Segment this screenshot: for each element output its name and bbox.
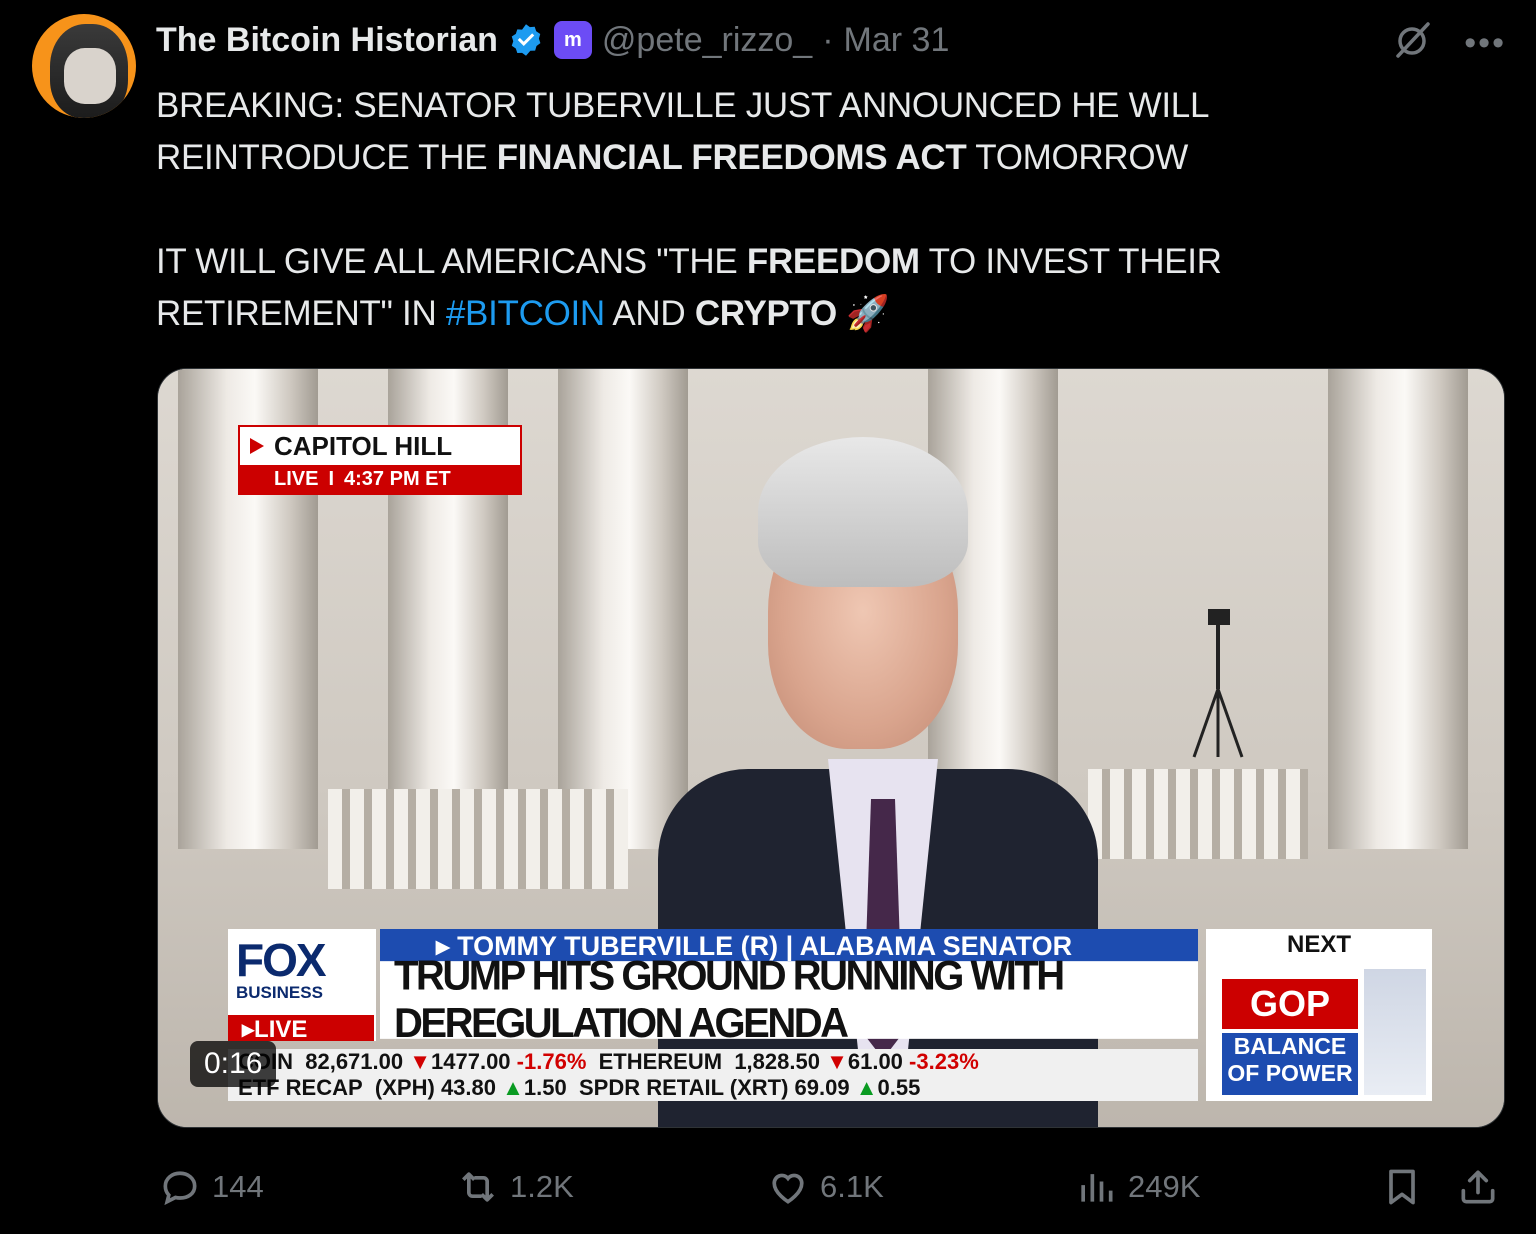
more-icon[interactable]: ••• <box>1464 26 1506 60</box>
action-bar: 144 1.2K 6.1K 249K <box>158 1162 1504 1212</box>
views-button[interactable]: 249K <box>1074 1162 1200 1212</box>
repost-count: 1.2K <box>510 1169 574 1204</box>
tweet-header: The Bitcoin Historian m @pete_rizzo_ · M… <box>156 16 949 64</box>
video-timestamp: 0:16 <box>190 1041 277 1087</box>
network-logo: FOX BUSINESS ▸LIVE <box>228 929 376 1043</box>
rocket-emoji: 🚀 <box>846 294 890 333</box>
tweet-line: BREAKING: SENATOR TUBERVILLE JUST ANNOUN… <box>156 86 1210 125</box>
verified-icon[interactable] <box>508 22 544 58</box>
bookmark-button[interactable] <box>1380 1162 1424 1212</box>
lower-third: ▸ TOMMY TUBERVILLE (R) | ALABAMA SENATOR… <box>380 929 1198 1046</box>
hashtag-link[interactable]: #BITCOIN <box>446 294 605 333</box>
tweet-line: REINTRODUCE THE FINANCIAL FREEDOMS ACT T… <box>156 138 1189 177</box>
like-count: 6.1K <box>820 1169 884 1204</box>
stock-ticker: COIN 82,671.00 ▼1477.00 -1.76% ETHEREUM … <box>228 1049 1198 1101</box>
reply-button[interactable]: 144 <box>158 1162 264 1212</box>
like-icon <box>772 1173 804 1204</box>
views-icon <box>1081 1174 1113 1202</box>
tweet-text: BREAKING: SENATOR TUBERVILLE JUST ANNOUN… <box>156 80 1356 340</box>
share-button[interactable] <box>1456 1162 1500 1212</box>
post-date[interactable]: Mar 31 <box>844 21 950 60</box>
like-button[interactable]: 6.1K <box>766 1162 884 1212</box>
reply-icon <box>163 1171 197 1206</box>
repost-icon <box>462 1172 494 1202</box>
tweet-line: RETIREMENT" IN #BITCOIN AND CRYPTO 🚀 <box>156 294 890 333</box>
next-up-panel: NEXT GOP BALANCE OF POWER <box>1206 929 1432 1101</box>
separator: · <box>822 20 834 59</box>
tweet-line: IT WILL GIVE ALL AMERICANS "THE FREEDOM … <box>156 242 1222 281</box>
grok-icon[interactable] <box>1390 18 1434 67</box>
display-name[interactable]: The Bitcoin Historian <box>156 21 498 60</box>
view-count: 249K <box>1128 1169 1201 1204</box>
bookmark-icon <box>1389 1169 1415 1205</box>
video-player[interactable]: CAPITOL HILL LIVE I 4:37 PM ET FOX BUSINES… <box>157 368 1505 1128</box>
share-icon <box>1461 1170 1495 1204</box>
repost-button[interactable]: 1.2K <box>456 1162 574 1212</box>
avatar[interactable] <box>32 14 136 118</box>
reply-count: 144 <box>212 1169 264 1204</box>
top-right-actions: ••• <box>1390 18 1506 67</box>
location-bug: CAPITOL HILL LIVE I 4:37 PM ET <box>238 425 522 495</box>
handle[interactable]: @pete_rizzo_ <box>602 21 812 60</box>
affiliate-badge-icon[interactable]: m <box>553 21 592 59</box>
